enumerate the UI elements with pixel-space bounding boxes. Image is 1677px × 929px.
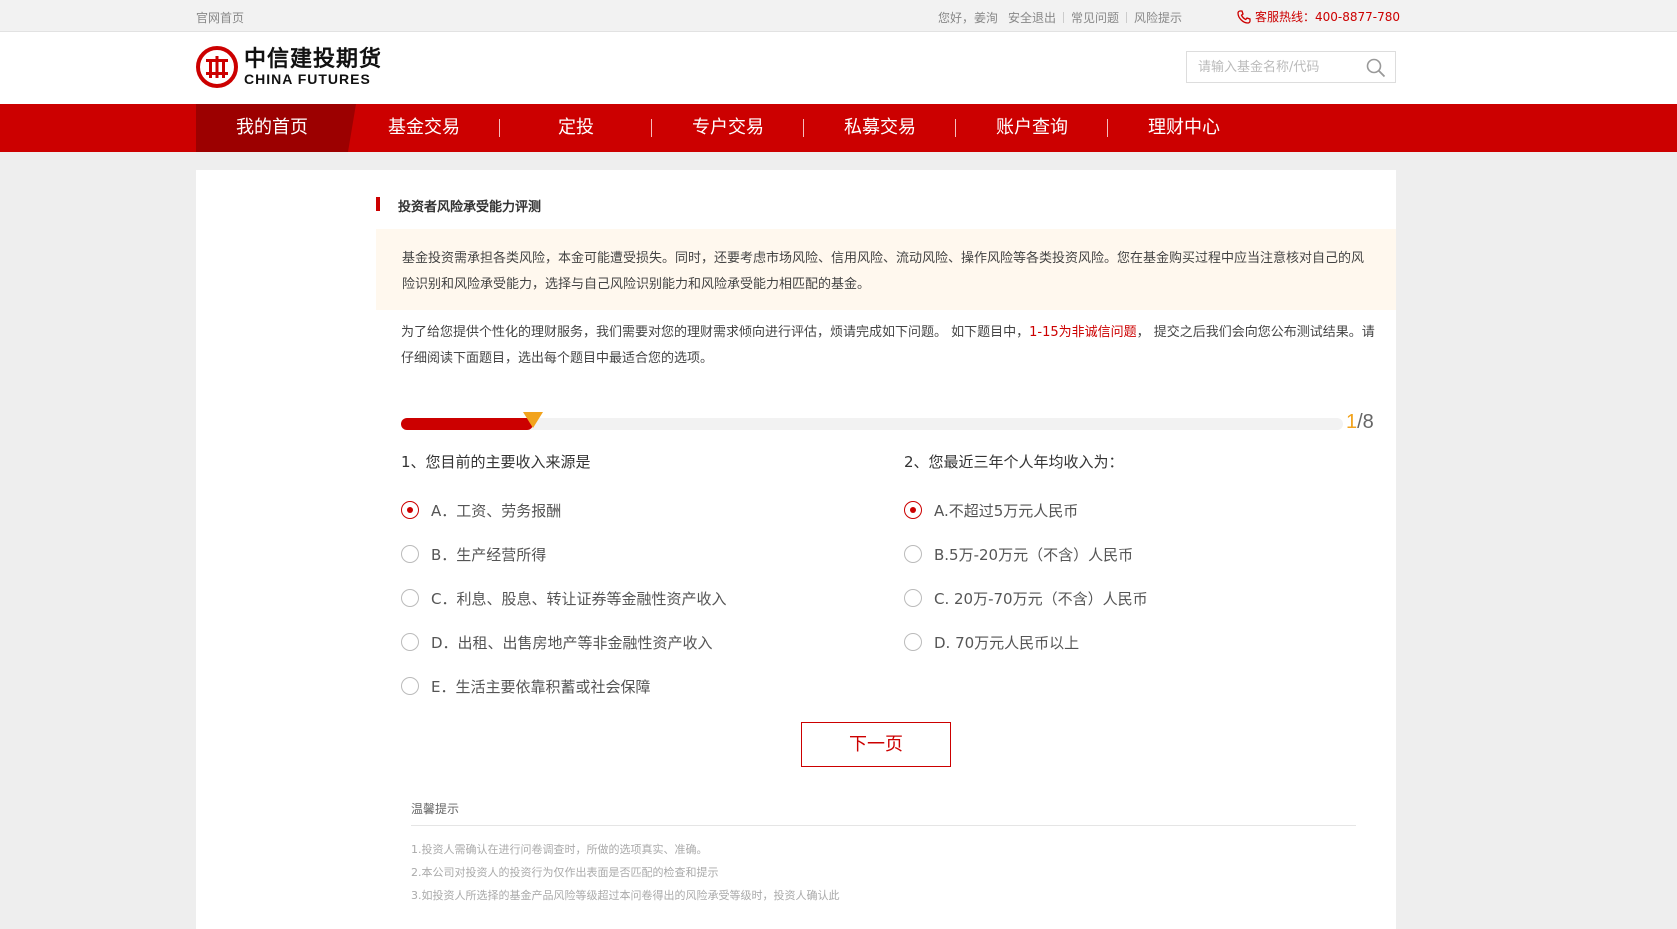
nav-item-fund-trade[interactable]: 基金交易 [348, 104, 500, 152]
citic-logo-icon [196, 46, 238, 88]
radio[interactable] [904, 589, 922, 607]
tip-line: 2.本公司对投资人的投资行为仅作出表面是否匹配的检查和提示 [411, 866, 719, 879]
header: 中信建投期货 CHINA FUTURES [0, 32, 1677, 104]
logo[interactable]: 中信建投期货 CHINA FUTURES [196, 46, 382, 88]
nav-item-account-query[interactable]: 账户查询 [956, 104, 1108, 152]
question-title: 2、您最近三年个人年均收入为： [904, 453, 1124, 471]
nav-item-special-account[interactable]: 专户交易 [652, 104, 804, 152]
option-1b[interactable]: B．生产经营所得 [401, 532, 881, 576]
radio[interactable] [401, 633, 419, 651]
total-pages: /8 [1357, 411, 1374, 433]
radio[interactable] [904, 633, 922, 651]
option-1a[interactable]: A．工资、劳务报酬 [401, 488, 881, 532]
nav-item-private-fund[interactable]: 私募交易 [804, 104, 956, 152]
option-2d[interactable]: D. 70万元人民币以上 [904, 620, 1384, 664]
option-2b[interactable]: B.5万-20万元（不含）人民币 [904, 532, 1384, 576]
question-2: 2、您最近三年个人年均收入为： A.不超过5万元人民币 B.5万-20万元（不含… [904, 450, 1384, 664]
official-home-link[interactable]: 官网首页 [196, 9, 244, 26]
top-links: 您好，姜洵 安全退出 常见问题 风险提示 [938, 9, 1182, 26]
radio-checked[interactable] [904, 501, 922, 519]
radio[interactable] [904, 545, 922, 563]
risk-tip-link[interactable]: 风险提示 [1134, 9, 1182, 26]
divider [1063, 12, 1065, 23]
next-page-button[interactable]: 下一页 [801, 722, 951, 767]
option-list: A．工资、劳务报酬 B．生产经营所得 C．利息、股息、转让证券等金融性资产收入 … [401, 488, 881, 708]
option-2a[interactable]: A.不超过5万元人民币 [904, 488, 1384, 532]
warm-tips: 温馨提示 1.投资人需确认在进行问卷调查时，所做的选项真实、准确。 2.本公司对… [411, 800, 1356, 907]
search-box [1186, 51, 1396, 83]
progress-bar [401, 412, 1343, 430]
tip-line: 1.投资人需确认在进行问卷调查时，所做的选项真实、准确。 [411, 843, 708, 856]
divider [1126, 12, 1128, 23]
progress-marker-icon [523, 412, 543, 428]
option-1e[interactable]: E．生活主要依靠积蓄或社会保障 [401, 664, 881, 708]
option-1d[interactable]: D．出租、出售房地产等非金融性资产收入 [401, 620, 881, 664]
section-title: 投资者风险承受能力评测 [376, 196, 541, 215]
radio[interactable] [401, 545, 419, 563]
phone-icon [1237, 9, 1251, 24]
nav-items: 我的首页 基金交易 定投 专户交易 私募交易 账户查询 理财中心 [196, 104, 1260, 152]
radio[interactable] [401, 677, 419, 695]
logo-title-zh: 中信建投期货 [244, 46, 383, 72]
assessment-panel: 投资者风险承受能力评测 基金投资需承担各类风险，本金可能遭受损失。同时，还要考虑… [196, 170, 1396, 929]
tips-title: 温馨提示 [411, 800, 1356, 826]
search-icon[interactable] [1366, 58, 1386, 78]
option-1c[interactable]: C．利息、股息、转让证券等金融性资产收入 [401, 576, 881, 620]
page-counter: 1/8 [1346, 411, 1374, 434]
main-nav: 我的首页 基金交易 定投 专户交易 私募交易 账户查询 理财中心 [0, 104, 1677, 152]
radio-checked[interactable] [401, 501, 419, 519]
question-1: 1、您目前的主要收入来源是 A．工资、劳务报酬 B．生产经营所得 C．利息、股息… [401, 450, 881, 708]
search-input[interactable] [1187, 52, 1362, 82]
option-list: A.不超过5万元人民币 B.5万-20万元（不含）人民币 C. 20万-70万元… [904, 488, 1384, 664]
nav-item-home[interactable]: 我的首页 [196, 104, 356, 152]
hotline-text: 客服热线：400-8877-780 [1255, 10, 1401, 24]
tip-line: 3.如投资人所选择的基金产品风险等级超过本问卷得出的风险承受等级时，投资人确认此 [411, 889, 840, 902]
risk-notice: 基金投资需承担各类风险，本金可能遭受损失。同时，还要考虑市场风险、信用风险、流动… [376, 229, 1396, 310]
logo-title-en: CHINA FUTURES [244, 71, 371, 87]
nav-item-wealth-center[interactable]: 理财中心 [1108, 104, 1260, 152]
option-2c[interactable]: C. 20万-70万元（不含）人民币 [904, 576, 1384, 620]
intro-text: 为了给您提供个性化的理财服务，我们需要对您的理财需求倾向进行评估，烦请完成如下问… [401, 325, 1375, 366]
top-bar: 官网首页 您好，姜洵 安全退出 常见问题 风险提示 客服热线：400-8877-… [0, 0, 1677, 32]
hotline: 客服热线：400-8877-780 [1237, 8, 1400, 25]
question-title: 1、您目前的主要收入来源是 [401, 453, 591, 471]
nav-item-fixed-invest[interactable]: 定投 [500, 104, 652, 152]
highlight-text: 1-15为非诚信问题 [1029, 325, 1137, 340]
faq-link[interactable]: 常见问题 [1071, 9, 1119, 26]
user-greeting: 您好，姜洵 [938, 11, 999, 25]
radio[interactable] [401, 589, 419, 607]
logout-link[interactable]: 安全退出 [1008, 9, 1056, 26]
current-page: 1 [1346, 411, 1358, 433]
progress-fill [401, 418, 533, 430]
